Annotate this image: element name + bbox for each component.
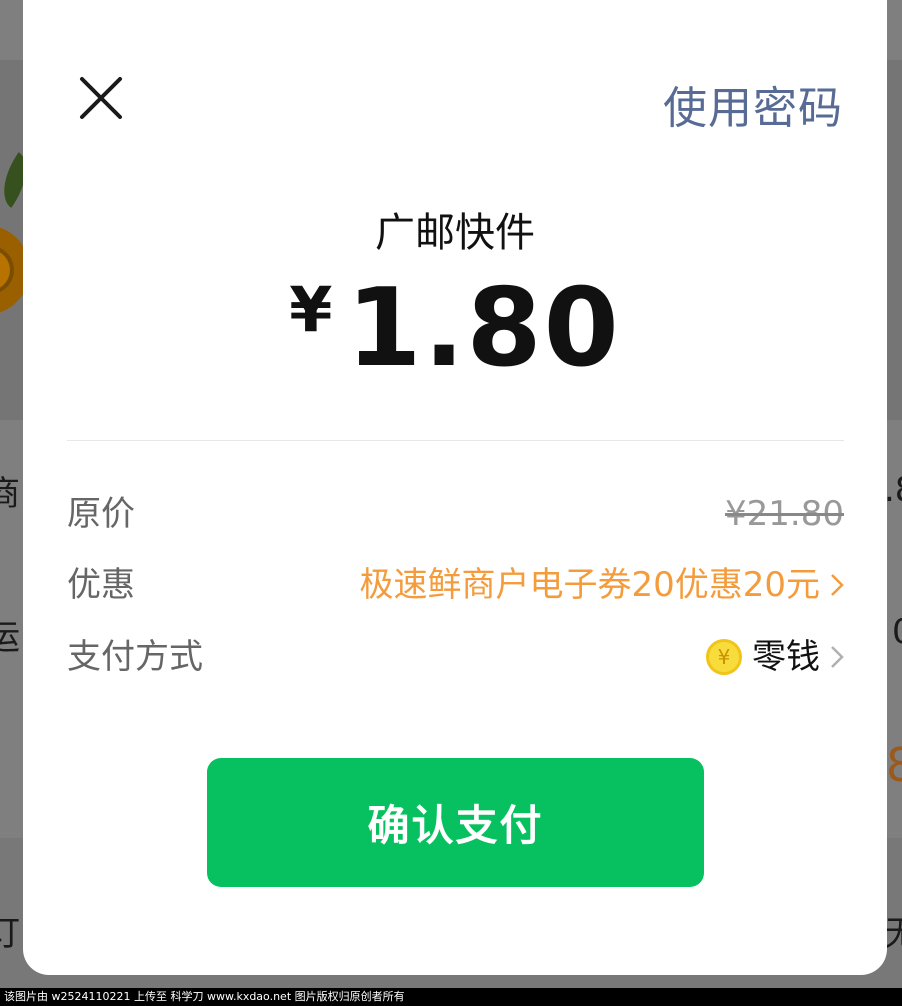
amount-value: 1.80 xyxy=(346,266,621,391)
discount-value-group[interactable]: 极速鲜商户电子券20优惠20元 xyxy=(359,560,844,610)
divider xyxy=(67,440,844,441)
chevron-right-icon xyxy=(831,574,844,596)
payment-sheet: 使用密码 广邮快件 ¥1.80 原价 ¥21.80 优惠 极速鲜商户电子券20优… xyxy=(23,0,887,975)
payment-method-value: 零钱 xyxy=(752,637,820,677)
background-text: 8 xyxy=(886,738,902,792)
close-icon xyxy=(80,77,122,119)
payment-method-group[interactable]: ¥ 零钱 xyxy=(706,632,844,682)
currency-symbol: ¥ xyxy=(289,273,333,346)
background-text: 运 xyxy=(0,618,20,658)
coin-icon: ¥ xyxy=(706,639,742,675)
chevron-right-icon xyxy=(831,646,844,668)
payment-method-label: 支付方式 xyxy=(67,637,203,677)
payment-amount: ¥1.80 xyxy=(23,266,887,391)
discount-value: 极速鲜商户电子券20优惠20元 xyxy=(359,565,820,605)
discount-label: 优惠 xyxy=(67,565,135,605)
original-price-row: 原价 ¥21.80 xyxy=(67,489,844,539)
background-text: 商 xyxy=(0,474,20,514)
background-text: 0 xyxy=(892,612,902,652)
original-price-value: ¥21.80 xyxy=(725,494,844,534)
original-price-label: 原价 xyxy=(67,494,135,534)
use-password-link[interactable]: 使用密码 xyxy=(663,72,843,136)
watermark-text: 该图片由 w2524110221 上传至 科学刀 www.kxdao.net 图… xyxy=(0,988,902,1006)
payment-method-row[interactable]: 支付方式 ¥ 零钱 xyxy=(67,632,844,682)
merchant-name: 广邮快件 xyxy=(375,210,535,256)
discount-row[interactable]: 优惠 极速鲜商户电子券20优惠20元 xyxy=(67,560,844,610)
confirm-payment-button[interactable]: 确认支付 xyxy=(207,758,704,887)
close-button[interactable] xyxy=(79,76,123,120)
background-text: 订 xyxy=(0,914,20,954)
